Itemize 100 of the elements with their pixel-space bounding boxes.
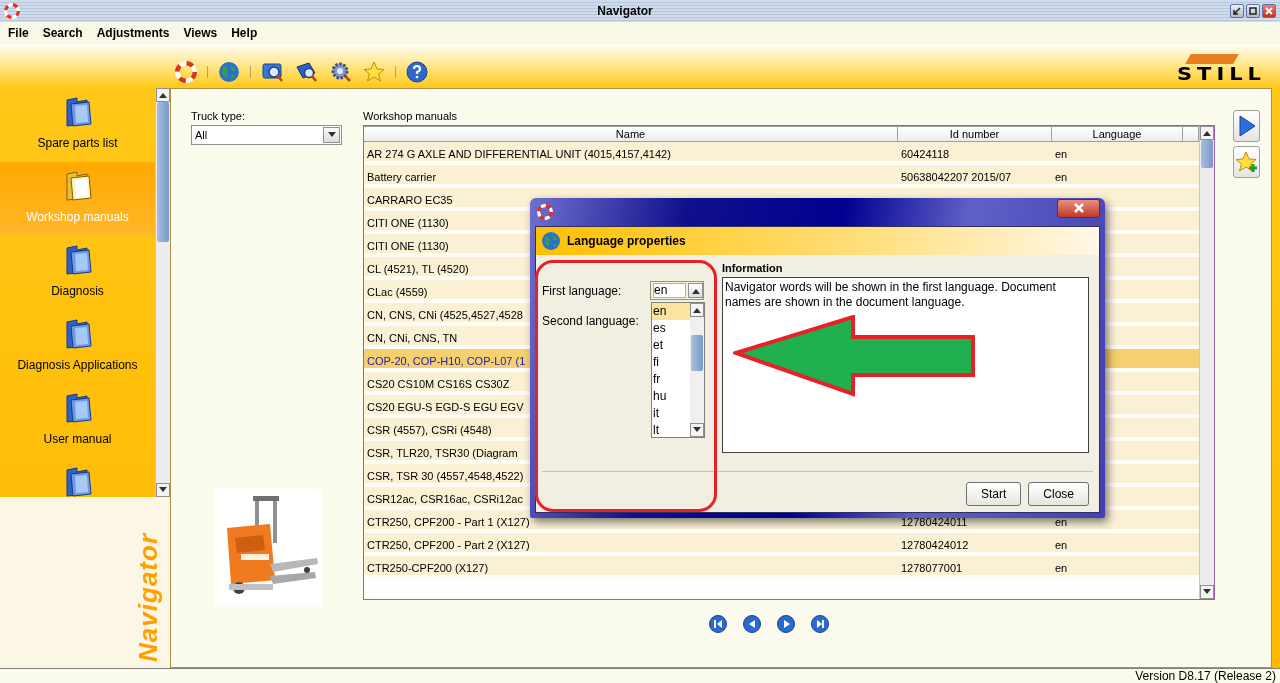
dropdown-option[interactable]: fi	[652, 354, 690, 371]
next-page-icon[interactable]	[777, 615, 795, 633]
table-cell: en	[1055, 147, 1068, 160]
sidebar-item[interactable]: User manual	[0, 384, 155, 458]
scrollbar[interactable]	[1199, 126, 1214, 599]
globe-icon	[218, 61, 240, 83]
column-header[interactable]: Id number	[898, 126, 1052, 142]
table-cell: CLac (4559)	[367, 285, 428, 298]
section-title: Information	[722, 262, 784, 274]
table-row[interactable]: CTR250, CPF200 - Part 2 (X127) 12780424012 en	[364, 533, 1199, 556]
field-label: Second language:	[542, 314, 640, 328]
truck-type-dropdown[interactable]: All	[191, 125, 342, 145]
table-row[interactable]: AR 274 G AXLE AND DIFFERENTIAL UNIT (4015,4157,4142) 60424118 en	[364, 142, 1199, 165]
table-cell: 1278077001	[901, 561, 963, 574]
table-cell: CSR12ac, CSR16ac, CSRi12ac	[367, 492, 523, 505]
dropdown-option[interactable]: fr	[652, 371, 690, 388]
table-cell: 50638042207 2015/07	[901, 170, 1012, 183]
table-cell: CS20 EGU-S EGD-S EGU EGV	[367, 400, 524, 413]
help-icon[interactable]	[406, 61, 428, 83]
down-arrow-icon	[159, 487, 167, 493]
globe-icon	[541, 231, 561, 251]
table-cell: CITI ONE (1130)	[367, 216, 449, 229]
table-cell: COP-20, COP-H10, COP-L07 (1	[367, 354, 526, 367]
scrollbar[interactable]	[155, 88, 170, 497]
close-button[interactable]: Close	[1028, 482, 1089, 506]
table-cell: CN, CNi, CNS, TN	[367, 331, 458, 344]
dropdown-option[interactable]: hu	[652, 388, 690, 405]
table-cell: en	[1055, 561, 1068, 574]
play-icon	[1237, 115, 1256, 137]
table-cell: 12780424011	[901, 515, 968, 528]
scrollbar-thumb[interactable]	[157, 102, 169, 242]
field-label: Truck type:	[191, 110, 246, 122]
play-button[interactable]	[1233, 110, 1260, 142]
close-icon	[1072, 203, 1085, 213]
table-cell: CTR250-CPF200 (X127)	[367, 561, 489, 574]
maximize-button[interactable]	[1246, 4, 1260, 18]
table-cell: CL (4521), TL (4520)	[367, 262, 469, 275]
minimize-button[interactable]	[1230, 4, 1244, 18]
sidebar-item[interactable]: Spare parts list	[0, 88, 155, 162]
window-title: Navigator	[596, 4, 654, 18]
table-cell: AR 274 G AXLE AND DIFFERENTIAL UNIT (4015,4157,4142)	[367, 147, 671, 160]
column-header[interactable]: Language	[1052, 126, 1183, 142]
menu-item[interactable]: Help	[224, 26, 265, 40]
settings-icon[interactable]	[329, 61, 353, 83]
search-icon[interactable]	[295, 61, 319, 83]
table-cell: 60424118	[901, 147, 950, 160]
up-arrow-icon	[159, 92, 167, 98]
table-cell: CSR (4557), CSRi (4548)	[367, 423, 492, 436]
dropdown-option[interactable]: it	[652, 405, 690, 422]
table-cell: CTR250, CPF200 - Part 2 (X127)	[367, 538, 530, 551]
caret-icon	[327, 132, 336, 138]
add-favorite-button[interactable]	[1233, 146, 1260, 178]
star-plus-icon	[1235, 151, 1258, 173]
sidebar-item[interactable]: Diagnosis	[0, 236, 155, 310]
dialog-heading: Language properties	[567, 234, 686, 248]
table-cell: CARRARO EC35	[367, 193, 453, 206]
minimize-icon	[1233, 7, 1241, 15]
version-text: Version D8.17 (Release 2)	[0, 668, 1280, 683]
scrollbar[interactable]	[690, 303, 704, 437]
table-row[interactable]: Battery carrier 50638042207 2015/07 en	[364, 165, 1199, 188]
dropdown-option[interactable]: en	[652, 303, 690, 320]
scrollbar-thumb[interactable]	[1201, 140, 1213, 168]
logo: STILL	[1176, 54, 1266, 84]
table-row[interactable]: CTR250-CPF200 (X127) 1278077001 en	[364, 556, 1199, 579]
scrollbar-thumb[interactable]	[691, 335, 703, 371]
dropdown-option[interactable]: et	[652, 337, 690, 354]
lifebuoy-icon	[537, 204, 553, 220]
lifebuoy-icon	[175, 61, 197, 83]
dropdown-option[interactable]: es	[652, 320, 690, 337]
table-cell: Battery carrier	[367, 170, 437, 183]
table-cell: CITI ONE (1130)	[367, 239, 449, 252]
search-icon[interactable]	[261, 61, 285, 83]
sidebar-item[interactable]: Diagnosis Applications	[0, 310, 155, 384]
column-header[interactable]: Name	[364, 126, 898, 142]
table-cell: CS20 CS10M CS16S CS30Z	[367, 377, 510, 390]
table-cell: en	[1055, 538, 1068, 551]
table-cell: CTR250, CPF200 - Part 1 (X127)	[367, 515, 530, 528]
menu-item[interactable]: Search	[35, 26, 90, 40]
menu-item[interactable]: Adjustments	[89, 26, 177, 40]
dropdown-option[interactable]: lt	[652, 422, 690, 439]
close-button[interactable]	[1057, 198, 1100, 218]
app-icon	[4, 3, 20, 19]
up-arrow-icon	[1203, 130, 1211, 136]
table-cell: en	[1055, 170, 1068, 183]
close-button[interactable]	[1262, 4, 1276, 18]
maximize-icon	[1249, 7, 1257, 15]
star-icon[interactable]	[363, 61, 385, 83]
table-cell: en	[1055, 515, 1068, 528]
table-cell: 12780424012	[901, 538, 969, 551]
table-title: Workshop manuals	[363, 110, 458, 122]
table-cell: CN, CNS, CNi (4525,4527,4528	[367, 308, 523, 321]
caret-icon	[691, 287, 700, 294]
start-button[interactable]: Start	[965, 482, 1022, 506]
menu-item[interactable]: Views	[176, 26, 225, 40]
last-page-icon[interactable]	[811, 615, 829, 633]
close-icon	[1265, 7, 1273, 15]
previous-page-icon[interactable]	[743, 615, 761, 633]
menu-item[interactable]: File	[1, 26, 36, 40]
down-arrow-icon	[1203, 589, 1211, 595]
first-page-icon[interactable]	[709, 615, 727, 633]
